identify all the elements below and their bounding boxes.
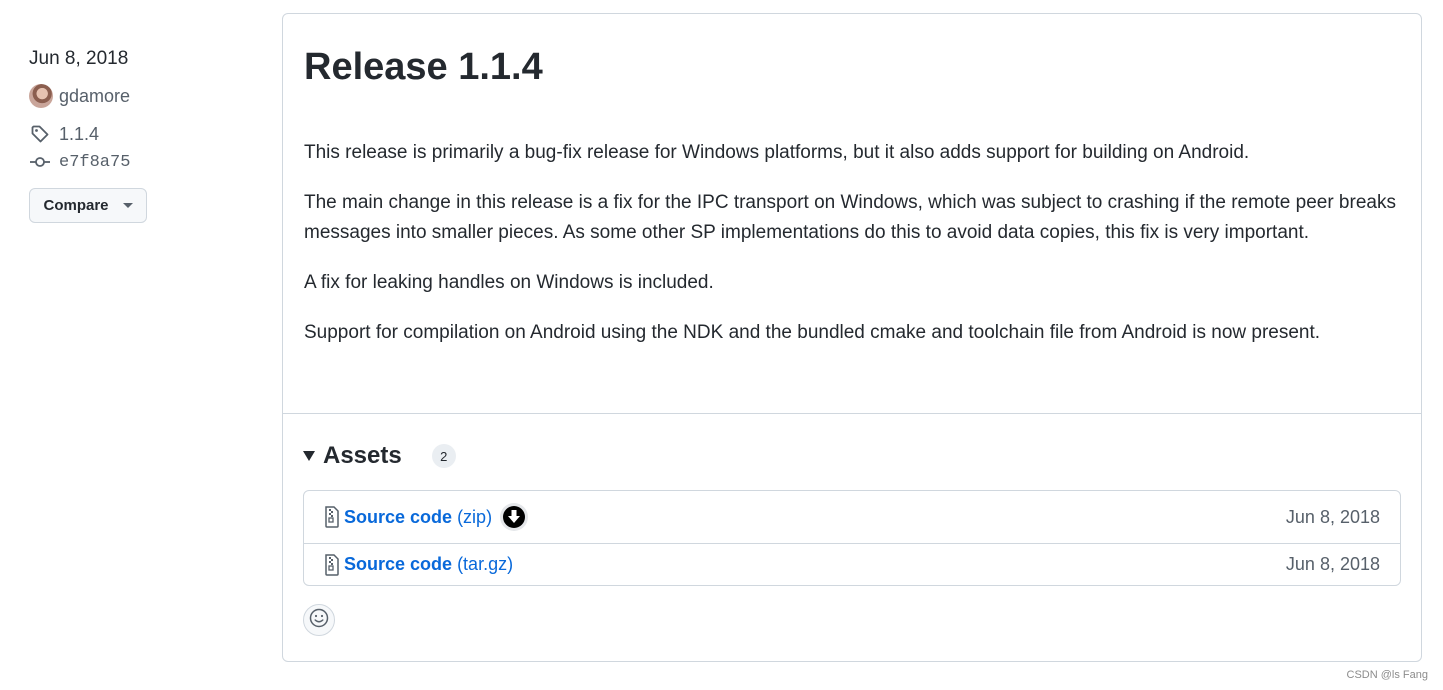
- assets-section: Assets 2 Source code (zip) Jun 8, 2018 S…: [283, 414, 1421, 636]
- tag-icon: [29, 123, 51, 145]
- release-page: Jun 8, 2018 gdamore 1.1.4 e7f8a75 Compar…: [0, 0, 1443, 690]
- triangle-down-icon: [303, 451, 315, 461]
- download-icon[interactable]: [500, 503, 529, 531]
- tag-label: 1.1.4: [59, 123, 100, 144]
- avatar: [29, 84, 53, 108]
- assets-toggle[interactable]: Assets 2: [303, 436, 1401, 476]
- smiley-icon: [309, 608, 329, 633]
- source-code-targz-link[interactable]: Source code (tar.gz): [344, 554, 513, 575]
- compare-button[interactable]: Compare: [29, 188, 147, 223]
- tag-link[interactable]: 1.1.4: [29, 120, 259, 148]
- release-notes: This release is primarily a bug-fix rele…: [304, 138, 1400, 348]
- author-link[interactable]: gdamore: [29, 82, 259, 110]
- file-zip-icon: [324, 506, 342, 528]
- asset-date: Jun 8, 2018: [1285, 554, 1380, 574]
- list-item: Source code (tar.gz) Jun 8, 2018: [304, 543, 1400, 585]
- commit-icon: [29, 151, 51, 173]
- asset-ext: (zip): [457, 506, 493, 527]
- list-item: Source code (zip) Jun 8, 2018: [304, 491, 1400, 543]
- source-code-zip-link[interactable]: Source code (zip): [344, 507, 492, 528]
- assets-title: Assets: [323, 442, 402, 469]
- asset-name: Source code: [344, 554, 453, 574]
- caret-down-icon: [122, 203, 133, 208]
- release-meta: Jun 8, 2018 gdamore 1.1.4 e7f8a75 Compar…: [29, 44, 259, 223]
- assets-count-badge: 2: [431, 444, 456, 468]
- compare-label: Compare: [43, 197, 109, 214]
- release-paragraph: This release is primarily a bug-fix rele…: [304, 142, 1250, 163]
- release-paragraph: Support for compilation on Android using…: [304, 322, 1321, 343]
- asset-date: Jun 8, 2018: [1285, 506, 1380, 527]
- watermark: CSDN @ls Fang: [1346, 669, 1428, 681]
- add-reaction-button[interactable]: [303, 604, 335, 636]
- file-zip-icon: [324, 553, 342, 576]
- asset-list: Source code (zip) Jun 8, 2018 Source cod…: [303, 490, 1401, 586]
- release-paragraph: The main change in this release is a fix…: [304, 192, 1396, 243]
- asset-name: Source code: [344, 506, 453, 527]
- commit-sha: e7f8a75: [59, 152, 131, 172]
- release-paragraph: A fix for leaking handles on Windows is …: [304, 272, 714, 293]
- release-date: Jun 8, 2018: [29, 48, 129, 69]
- release-title[interactable]: Release 1.1.4: [304, 42, 1400, 92]
- author-name: gdamore: [59, 85, 131, 106]
- commit-link[interactable]: e7f8a75: [29, 148, 259, 176]
- asset-ext: (tar.gz): [457, 554, 514, 574]
- release-card: Release 1.1.4 This release is primarily …: [282, 13, 1422, 662]
- release-body: Release 1.1.4 This release is primarily …: [283, 14, 1421, 414]
